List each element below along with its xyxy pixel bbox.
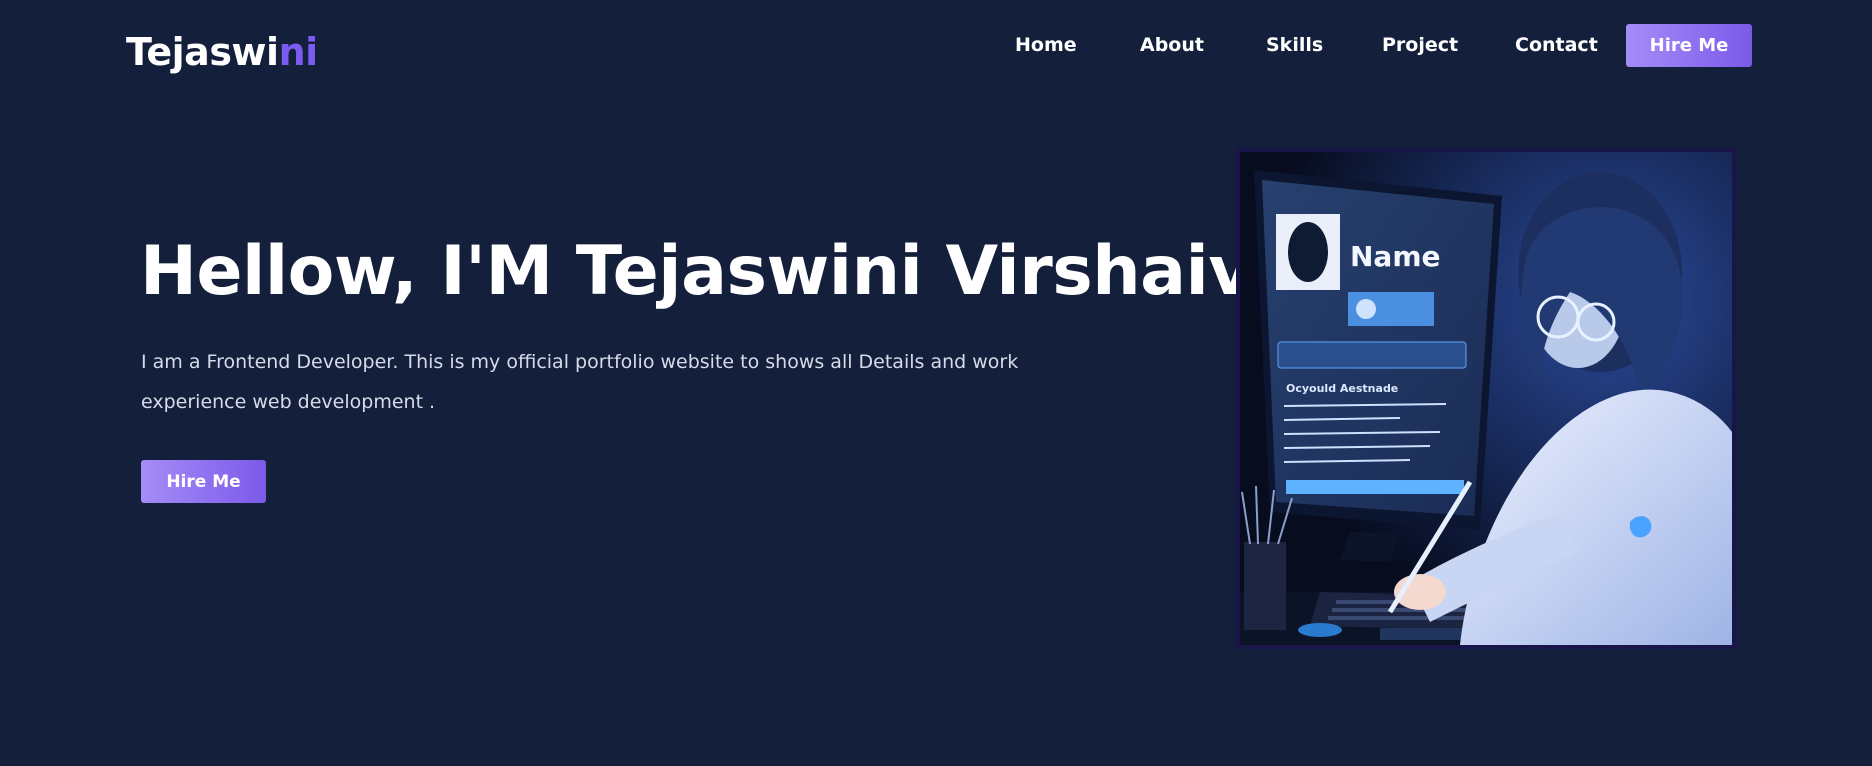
nav-skills[interactable]: Skills xyxy=(1266,34,1323,56)
screen-name-text: Name xyxy=(1350,240,1441,273)
hero-hire-me-button[interactable]: Hire Me xyxy=(141,460,266,503)
nav-hire-me-button[interactable]: Hire Me xyxy=(1626,24,1752,67)
nav-about[interactable]: About xyxy=(1140,34,1204,56)
screen-heading-text: Ocyould Aestnade xyxy=(1286,382,1398,395)
hero-title: Hellow, I'M Tejaswini Virshaiv . xyxy=(140,232,1301,311)
developer-illustration-image: Name Ocyould Aestnade xyxy=(1240,152,1732,645)
hero-illustration: Name Ocyould Aestnade xyxy=(1236,148,1736,649)
main-nav: Home About Skills Project Contact xyxy=(0,34,1872,64)
hero-description: I am a Frontend Developer. This is my of… xyxy=(141,351,1019,413)
nav-project[interactable]: Project xyxy=(1382,34,1458,56)
nav-contact[interactable]: Contact xyxy=(1515,34,1598,56)
nav-home[interactable]: Home xyxy=(1015,34,1077,56)
